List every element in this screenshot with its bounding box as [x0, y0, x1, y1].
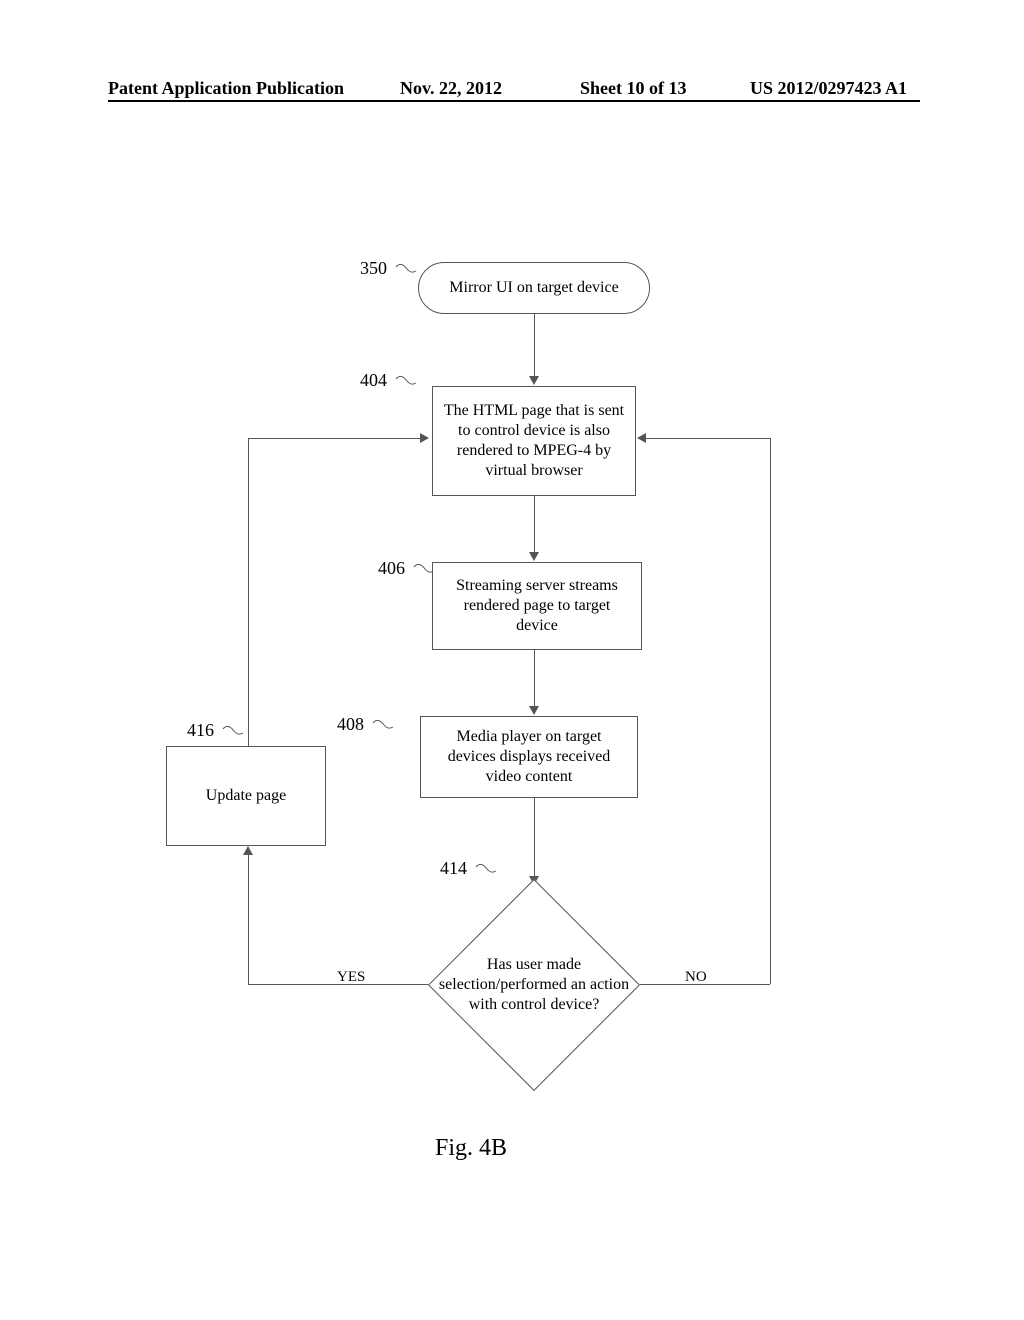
node-406-text: Streaming server streams rendered page t…	[443, 576, 631, 636]
node-414-text: Has user made selection/performed an act…	[438, 955, 630, 1015]
page: Patent Application Publication Nov. 22, …	[0, 0, 1024, 1320]
node-350-text: Mirror UI on target device	[449, 278, 618, 298]
ref-416: 416	[187, 720, 214, 741]
ref-curl-icon	[395, 263, 417, 277]
edge-no-top-h	[646, 438, 770, 439]
figure-caption: Fig. 4B	[435, 1135, 507, 1162]
arrowhead-icon	[637, 433, 646, 443]
ref-curl-icon	[372, 719, 394, 733]
node-406: Streaming server streams rendered page t…	[432, 562, 642, 650]
node-416-text: Update page	[206, 786, 286, 806]
node-350-start: Mirror UI on target device	[418, 262, 650, 314]
ref-404: 404	[360, 370, 387, 391]
node-404: The HTML page that is sent to control de…	[432, 386, 636, 496]
edge-416-404-v	[248, 438, 249, 746]
node-416: Update page	[166, 746, 326, 846]
arrowhead-icon	[420, 433, 429, 443]
edge-416-404-h	[248, 438, 422, 439]
edge-label-yes: YES	[337, 969, 365, 986]
ref-406: 406	[378, 558, 405, 579]
ref-350: 350	[360, 258, 387, 279]
ref-curl-icon	[475, 863, 497, 877]
node-414-text-wrap: Has user made selection/performed an act…	[438, 930, 630, 1040]
arrowhead-icon	[243, 846, 253, 855]
edge-414-yes-v	[248, 854, 249, 984]
edge-label-no: NO	[685, 969, 707, 986]
edge-350-404	[534, 314, 535, 378]
ref-414: 414	[440, 858, 467, 879]
edge-408-414	[534, 798, 535, 878]
node-408: Media player on target devices displays …	[420, 716, 638, 798]
arrowhead-icon	[529, 552, 539, 561]
arrowhead-icon	[529, 376, 539, 385]
arrowhead-icon	[529, 706, 539, 715]
ref-curl-icon	[395, 375, 417, 389]
ref-curl-icon	[222, 725, 244, 739]
flowchart: 350 Mirror UI on target device 404 The H…	[0, 0, 1024, 1320]
node-408-text: Media player on target devices displays …	[431, 727, 627, 787]
edge-404-406	[534, 496, 535, 554]
node-404-text: The HTML page that is sent to control de…	[443, 401, 625, 481]
edge-406-408	[534, 650, 535, 708]
ref-408: 408	[337, 714, 364, 735]
edge-414-no-v	[770, 438, 771, 984]
